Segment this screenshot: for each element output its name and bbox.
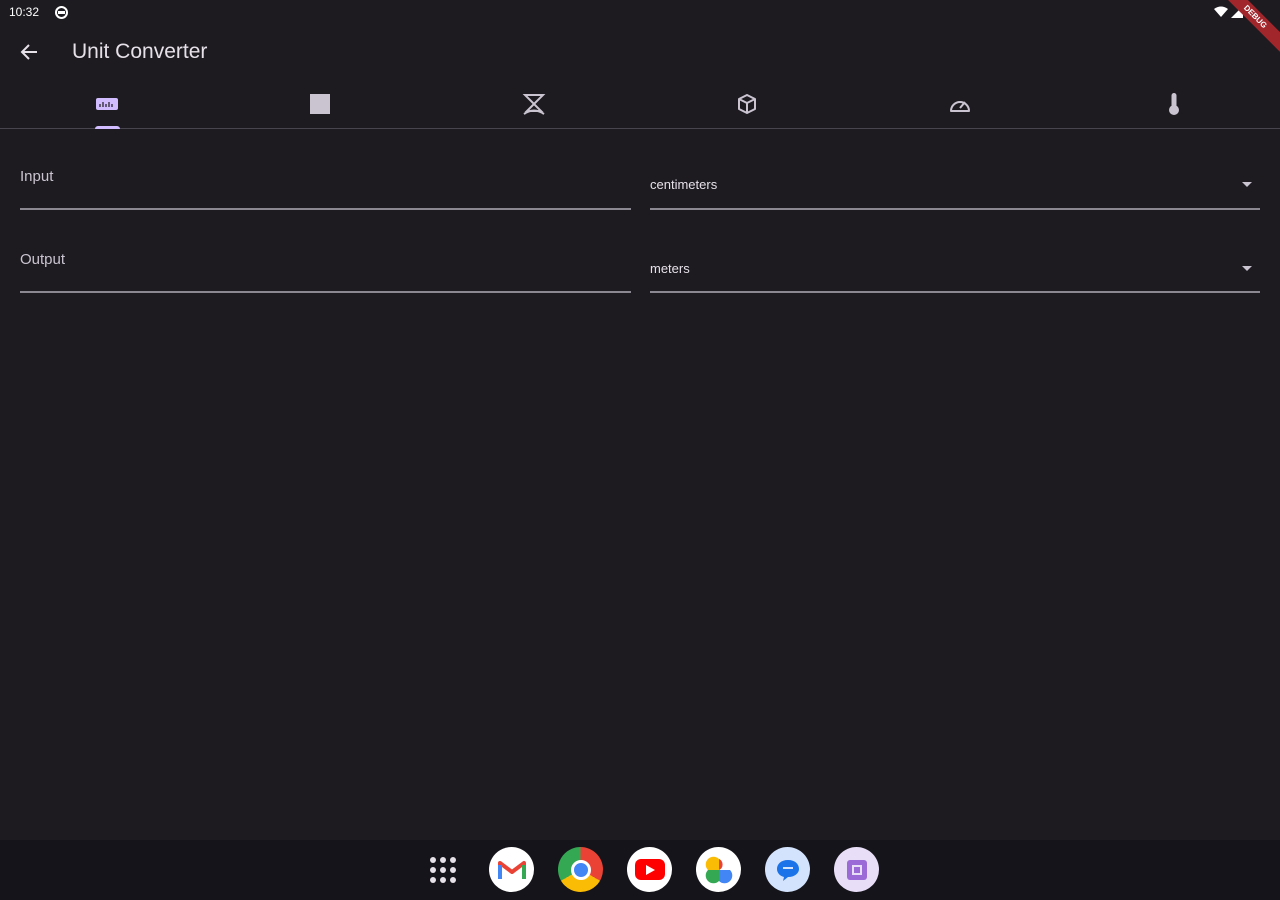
output-unit-dropdown[interactable]: meters <box>650 237 1260 293</box>
app-icon[interactable] <box>834 847 879 892</box>
wifi-icon <box>1214 6 1228 17</box>
status-time: 10:32 <box>9 5 40 19</box>
taskbar <box>0 840 1280 900</box>
tab-area[interactable] <box>213 80 426 128</box>
dropdown-arrow-icon <box>1242 266 1252 271</box>
speedometer-icon <box>949 101 970 112</box>
gmail-icon[interactable] <box>489 847 534 892</box>
app-grid-icon[interactable] <box>420 847 465 892</box>
input-field[interactable]: Input <box>20 154 631 210</box>
messages-icon[interactable] <box>765 847 810 892</box>
tab-length[interactable] <box>0 80 213 128</box>
output-label: Output <box>20 251 66 268</box>
output-field[interactable]: Output <box>20 237 631 293</box>
tab-indicator <box>95 126 120 129</box>
output-unit-value: meters <box>650 261 690 276</box>
input-unit-dropdown[interactable]: centimeters <box>650 154 1260 210</box>
tab-bar <box>0 80 1280 129</box>
input-unit-value: centimeters <box>650 177 718 192</box>
dock <box>420 847 879 892</box>
tab-speed[interactable] <box>853 80 1066 128</box>
page-title: Unit Converter <box>72 40 208 63</box>
app-bar: Unit Converter <box>0 26 1280 78</box>
dropdown-arrow-icon <box>1242 182 1252 187</box>
cube-volume-icon <box>737 94 756 114</box>
chrome-icon[interactable] <box>558 847 603 892</box>
arrow-back-icon <box>20 44 37 60</box>
scale-mass-icon <box>522 94 545 115</box>
notification-icon <box>55 6 68 19</box>
tab-temperature[interactable] <box>1067 80 1280 128</box>
square-area-icon <box>309 94 330 114</box>
thermometer-icon <box>1168 93 1179 115</box>
status-bar: 10:32 DEBUG <box>0 0 1280 61</box>
back-button[interactable] <box>14 34 44 70</box>
ruler-icon <box>95 98 118 110</box>
youtube-icon[interactable] <box>627 847 672 892</box>
tab-volume[interactable] <box>640 80 853 128</box>
input-label: Input <box>20 168 54 185</box>
tab-mass[interactable] <box>427 80 640 128</box>
photos-icon[interactable] <box>696 847 741 892</box>
